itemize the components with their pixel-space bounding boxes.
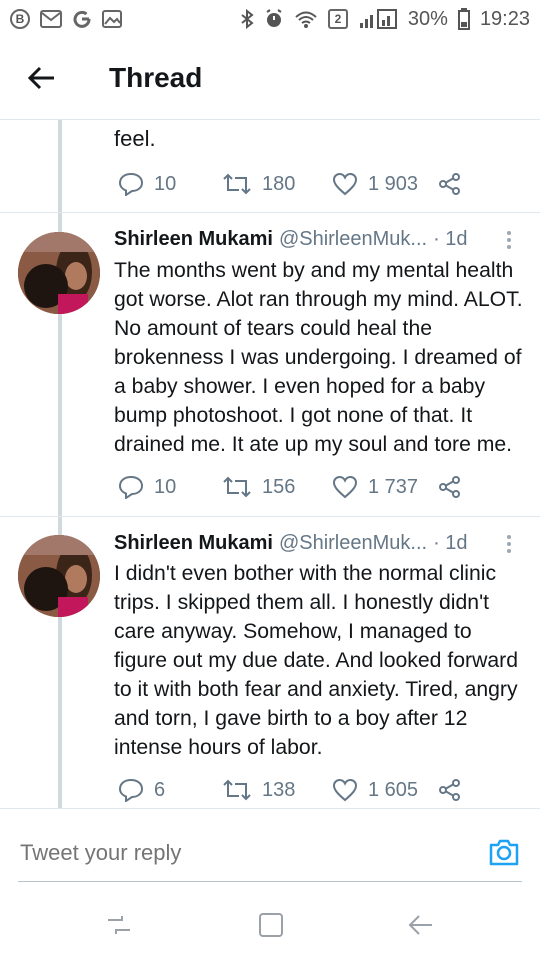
thread-connector bbox=[58, 120, 62, 808]
tweet-header: Shirleen Mukami @ShirleenMuk... · 1d bbox=[114, 532, 524, 555]
reply-button[interactable]: 10 bbox=[118, 172, 222, 196]
retweet-button[interactable]: 138 bbox=[222, 779, 332, 802]
battery-percent: 30% bbox=[407, 7, 448, 30]
bluetooth-icon bbox=[241, 9, 254, 29]
system-icons: 2 30% 19:23 bbox=[240, 8, 530, 31]
google-icon bbox=[73, 10, 91, 28]
gallery-icon bbox=[102, 10, 122, 28]
signal-icon bbox=[359, 9, 397, 29]
like-count: 1 737 bbox=[368, 475, 419, 498]
author-handle[interactable]: @ShirleenMuk... bbox=[279, 228, 427, 251]
tweet-text: I didn't even bother with the normal cli… bbox=[114, 562, 518, 759]
b-icon: B bbox=[10, 9, 30, 29]
reply-input[interactable] bbox=[18, 839, 462, 867]
like-count: 1 605 bbox=[368, 778, 419, 801]
share-icon[interactable] bbox=[438, 475, 462, 499]
reply-composer bbox=[0, 808, 540, 888]
like-button[interactable]: 1 737 bbox=[332, 475, 438, 499]
tweet-text: The months went by and my mental health … bbox=[114, 259, 523, 456]
alarm-icon bbox=[266, 9, 282, 27]
tweet-divider bbox=[0, 516, 540, 517]
share-icon[interactable] bbox=[438, 172, 462, 196]
like-button[interactable]: 1 903 bbox=[332, 172, 438, 196]
notification-icons: B bbox=[10, 9, 122, 29]
tweet-actions: 10 156 1 737 bbox=[118, 475, 468, 499]
tweet-actions: 10 180 1 903 bbox=[118, 172, 468, 196]
reply-count: 10 bbox=[154, 475, 177, 498]
like-count: 1 903 bbox=[368, 172, 419, 195]
heart-icon bbox=[332, 778, 358, 802]
app-bar: Thread bbox=[0, 38, 540, 120]
gmail-icon bbox=[40, 10, 62, 28]
retweet-count: 156 bbox=[262, 475, 296, 498]
author-name[interactable]: Shirleen Mukami bbox=[114, 532, 273, 555]
tweet-time: · 1d bbox=[433, 532, 468, 554]
retweet-button[interactable]: 180 bbox=[222, 173, 332, 196]
share-icon[interactable] bbox=[438, 778, 462, 802]
reply-button[interactable]: 6 bbox=[118, 778, 222, 802]
tweet-header: Shirleen Mukami @ShirleenMuk... · 1d bbox=[114, 228, 524, 251]
profile-photo bbox=[18, 232, 100, 314]
camera-icon[interactable] bbox=[488, 837, 520, 867]
retweet-icon bbox=[223, 173, 251, 195]
tweet-actions: 6 138 1 605 bbox=[118, 778, 468, 802]
battery-icon bbox=[457, 8, 470, 30]
wifi-icon bbox=[295, 11, 317, 28]
back-nav-icon[interactable] bbox=[406, 910, 436, 940]
heart-icon bbox=[332, 475, 358, 499]
reply-underline bbox=[18, 881, 522, 882]
reply-count: 10 bbox=[154, 172, 177, 195]
retweet-button[interactable]: 156 bbox=[222, 476, 332, 499]
recent-apps-icon[interactable] bbox=[104, 910, 134, 940]
reply-count: 6 bbox=[154, 778, 166, 801]
sim-slot-badge: 2 bbox=[327, 9, 348, 29]
more-options-icon[interactable] bbox=[506, 230, 512, 250]
avatar[interactable] bbox=[18, 232, 100, 314]
tweet-divider bbox=[0, 212, 540, 213]
reply-button[interactable]: 10 bbox=[118, 475, 222, 499]
avatar[interactable] bbox=[18, 535, 100, 617]
author-name[interactable]: Shirleen Mukami bbox=[114, 228, 273, 251]
navigation-bar bbox=[0, 888, 540, 960]
back-arrow-icon[interactable] bbox=[26, 62, 58, 94]
home-icon[interactable] bbox=[256, 910, 286, 940]
tweet-time: · 1d bbox=[433, 228, 468, 250]
profile-photo bbox=[18, 535, 100, 617]
clock: 19:23 bbox=[479, 7, 530, 30]
retweet-count: 138 bbox=[262, 778, 296, 801]
heart-icon bbox=[332, 172, 358, 196]
page-title: Thread bbox=[109, 62, 203, 93]
retweet-icon bbox=[223, 476, 251, 498]
reply-icon bbox=[118, 475, 144, 499]
previous-tweet-text: feel. bbox=[114, 126, 156, 151]
reply-icon bbox=[118, 172, 144, 196]
status-bar: B 2 30% 19:23 bbox=[0, 0, 540, 38]
reply-icon bbox=[118, 778, 144, 802]
like-button[interactable]: 1 605 bbox=[332, 778, 438, 802]
retweet-count: 180 bbox=[262, 172, 296, 195]
author-handle[interactable]: @ShirleenMuk... bbox=[279, 532, 427, 555]
more-options-icon[interactable] bbox=[506, 534, 512, 554]
retweet-icon bbox=[223, 779, 251, 801]
